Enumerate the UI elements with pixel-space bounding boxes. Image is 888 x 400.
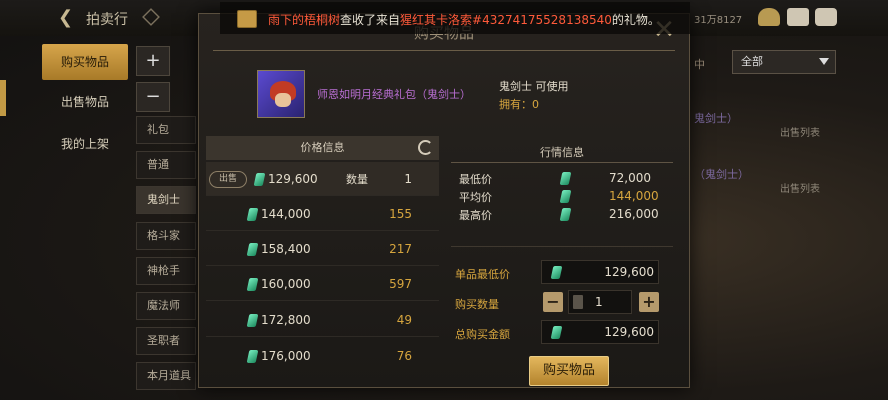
- listing-row[interactable]: 172,800 49: [206, 303, 439, 337]
- filter-dropdown[interactable]: 全部: [732, 50, 836, 74]
- category-item[interactable]: 本月道具: [136, 362, 196, 390]
- right-list-item-name: 鬼剑士）: [694, 112, 738, 125]
- listing-row[interactable]: 160,000 597: [206, 267, 439, 301]
- market-min-value: 72,000: [609, 171, 651, 185]
- listing-quantity: 49: [396, 313, 412, 327]
- listing-row[interactable]: 176,000 76: [206, 339, 439, 373]
- tab-sell-items[interactable]: 出售物品: [42, 84, 128, 120]
- market-divider: [451, 162, 673, 163]
- gem-currency-icon: [253, 173, 266, 186]
- mail-icon[interactable]: [787, 8, 809, 26]
- listing-row[interactable]: 出售 129,600 数量 1: [206, 162, 439, 196]
- purchase-quantity-label: 购买数量: [455, 298, 499, 311]
- tab-buy-items[interactable]: 购买物品: [42, 44, 128, 80]
- gem-currency-icon: [246, 208, 259, 221]
- page-title: 拍卖行: [86, 12, 128, 28]
- gem-currency-icon: [246, 243, 259, 256]
- market-avg-value: 144,000: [609, 189, 659, 203]
- add-category-button[interactable]: +: [136, 46, 170, 76]
- sell-badge: 出售: [209, 171, 247, 188]
- total-amount-value: 129,600: [604, 325, 654, 339]
- market-max-label: 最高价: [459, 209, 492, 222]
- refresh-icon[interactable]: [418, 140, 433, 155]
- listing-quantity: 155: [389, 207, 412, 221]
- chevron-down-icon: [819, 58, 829, 65]
- unit-min-price-field: 129,600: [541, 260, 659, 284]
- right-list-item-name: （鬼剑士）: [694, 168, 749, 181]
- market-max-value: 216,000: [609, 207, 659, 221]
- category-item[interactable]: 圣职者: [136, 327, 196, 355]
- title-divider: [213, 50, 675, 51]
- total-amount-field: 129,600: [541, 320, 659, 344]
- listing-row[interactable]: 144,000 155: [206, 197, 439, 231]
- gem-currency-icon: [559, 172, 572, 185]
- bag-icon[interactable]: [758, 8, 780, 26]
- buy-item-button[interactable]: 购买物品: [529, 356, 609, 386]
- category-item[interactable]: 鬼剑士: [136, 186, 196, 214]
- item-owned-count: 拥有：0: [499, 98, 539, 111]
- increase-quantity-button[interactable]: +: [639, 292, 659, 312]
- market-divider-lower: [451, 246, 673, 247]
- coin-balance: 31万8127: [694, 15, 743, 26]
- left-edge-tab-marker: [0, 80, 6, 116]
- quantity-input-value: 1: [595, 295, 603, 309]
- sale-list-link[interactable]: 出售列表: [780, 180, 820, 195]
- notification-mid: 查收了来自: [340, 13, 401, 27]
- filter-dropdown-value: 全部: [741, 55, 763, 68]
- category-item[interactable]: 礼包: [136, 116, 196, 144]
- market-info-header: 行情信息: [540, 146, 584, 159]
- unit-min-price-label: 单品最低价: [455, 268, 510, 281]
- listing-quantity: 597: [389, 277, 412, 291]
- listing-price: 160,000: [261, 277, 311, 291]
- listing-price: 176,000: [261, 349, 311, 363]
- category-item[interactable]: 神枪手: [136, 257, 196, 285]
- gem-currency-icon: [246, 350, 259, 363]
- right-column-label: 中: [694, 58, 705, 71]
- gem-currency-icon: [246, 314, 259, 327]
- collapse-category-button[interactable]: −: [136, 82, 170, 112]
- item-class-requirement: 鬼剑士 可使用: [499, 80, 569, 93]
- listing-price: 129,600: [268, 172, 318, 186]
- category-item[interactable]: 魔法师: [136, 292, 196, 320]
- listing-price: 144,000: [261, 207, 311, 221]
- gem-currency-icon: [550, 326, 563, 339]
- gem-currency-icon: [559, 208, 572, 221]
- decrease-quantity-button[interactable]: −: [543, 292, 563, 312]
- listing-quantity: 217: [389, 242, 412, 256]
- back-arrow-icon[interactable]: ❮: [58, 8, 80, 28]
- sale-list-link[interactable]: 出售列表: [780, 124, 820, 139]
- unit-min-price-value: 129,600: [604, 265, 654, 279]
- category-item[interactable]: 格斗家: [136, 222, 196, 250]
- quantity-input[interactable]: 1: [568, 290, 632, 314]
- gem-currency-icon: [246, 278, 259, 291]
- listing-quantity: 76: [396, 349, 412, 363]
- market-avg-label: 平均价: [459, 191, 492, 204]
- notification-sender: 雨下的梧桐树: [268, 13, 341, 27]
- gift-notification-text: 雨下的梧桐树查收了来自猩红其卡洛索#4327417552813854​0的礼物。: [268, 11, 660, 28]
- character-face: [275, 93, 291, 107]
- quantity-label: 数量: [346, 173, 368, 186]
- total-amount-label: 总购买金额: [455, 328, 510, 341]
- market-min-label: 最低价: [459, 173, 492, 186]
- gem-currency-icon: [559, 190, 572, 203]
- listing-price: 158,400: [261, 242, 311, 256]
- gem-currency-icon: [550, 266, 563, 279]
- listing-quantity: 1: [404, 172, 412, 186]
- item-thumbnail: [257, 70, 305, 118]
- notification-suffix: 的礼物。: [611, 13, 660, 27]
- item-name: 师恩如明月经典礼包（鬼剑士）: [317, 88, 471, 101]
- listing-row[interactable]: 158,400 217: [206, 232, 439, 266]
- listing-price: 172,800: [261, 313, 311, 327]
- tab-my-listings[interactable]: 我的上架: [42, 126, 128, 162]
- gift-icon: [237, 10, 257, 28]
- notification-from: 猩红其卡洛索#4327417552813854​0: [400, 13, 612, 27]
- purchase-modal: 购买物品 ✕ 师恩如明月经典礼包（鬼剑士） 鬼剑士 可使用 拥有：0 价格信息 …: [198, 13, 690, 388]
- category-item[interactable]: 普通: [136, 151, 196, 179]
- price-info-header: 价格信息: [206, 136, 439, 160]
- calculator-icon[interactable]: [573, 295, 583, 309]
- chat-icon[interactable]: [815, 8, 837, 26]
